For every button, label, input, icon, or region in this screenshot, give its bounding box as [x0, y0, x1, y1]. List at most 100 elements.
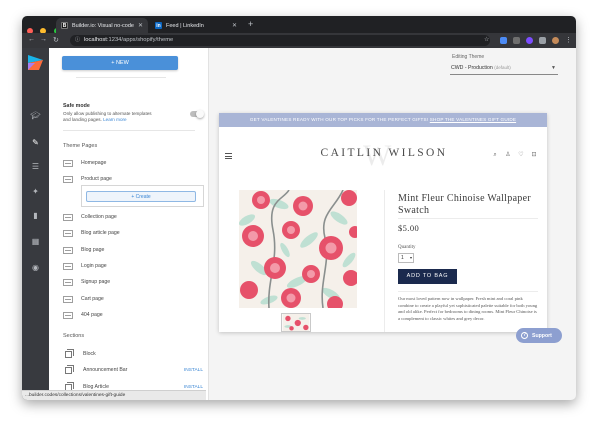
- chevron-down-icon: ▼: [551, 65, 556, 71]
- store-brand-logo[interactable]: CAITLIN WILSON: [314, 147, 454, 159]
- page-item-404[interactable]: 404 page: [63, 310, 203, 320]
- tab-bar: B Builder.io: Visual no-code con ✕ in Fe…: [22, 16, 576, 34]
- page-template-icon: [63, 311, 73, 319]
- builder-icon: B: [61, 22, 68, 29]
- section-item-block[interactable]: Block: [63, 349, 203, 359]
- toggle-knob: [196, 110, 204, 118]
- address-bar: ← → ↻ ⓘ localhost:1234/apps/shopify/them…: [22, 33, 576, 48]
- page-label: Product page: [81, 176, 112, 182]
- product-title: Mint Fleur Chinoise Wallpaper Swatch: [398, 193, 531, 216]
- bookmark-icon[interactable]: ▮: [30, 210, 41, 221]
- product-description: Our most loved pattern now in wallpaper.…: [398, 296, 538, 321]
- page-template-icon: [63, 159, 73, 167]
- page-label: 404 page: [81, 312, 103, 318]
- account-circle-icon[interactable]: ◉: [30, 262, 41, 273]
- quantity-label: Quantity: [398, 245, 416, 250]
- page-label: Collection page: [81, 214, 117, 220]
- url-field[interactable]: ⓘ localhost:1234/apps/shopify/theme: [70, 35, 490, 46]
- section-label: Announcement Bar: [83, 367, 128, 373]
- theme-select[interactable]: CWD - Production (default) ▼: [450, 63, 558, 75]
- safe-mode-toggle[interactable]: [190, 110, 204, 118]
- editing-theme-label: Editing Theme: [452, 54, 485, 60]
- search-icon[interactable]: ⌕: [492, 152, 498, 158]
- page-item-blog-article[interactable]: Blog article page: [63, 228, 203, 238]
- create-button[interactable]: + Create: [86, 191, 196, 202]
- page-label: Login page: [81, 263, 107, 269]
- tab-builder[interactable]: B Builder.io: Visual no-code con ✕: [56, 18, 148, 33]
- page-item-blog[interactable]: Blog page: [63, 245, 203, 255]
- page-template-icon: [63, 175, 73, 183]
- quantity-select[interactable]: 1 ▾: [398, 253, 414, 263]
- page-label: Blog article page: [81, 230, 120, 236]
- announcement-text: GET VALENTINES READY WITH OUR TOP PICKS …: [249, 117, 429, 122]
- bookmark-star-icon[interactable]: ☆: [484, 36, 489, 43]
- wishlist-heart-icon[interactable]: ♡: [518, 152, 524, 158]
- reload-icon[interactable]: ↻: [53, 36, 59, 44]
- page-item-product[interactable]: Product page: [63, 174, 203, 184]
- page-label: Cart page: [81, 296, 104, 302]
- section-label: Block: [83, 351, 96, 357]
- divider: [398, 218, 538, 219]
- support-button[interactable]: ? Support: [516, 328, 562, 343]
- announcement-link[interactable]: SHOP THE VALENTINES GIFT GUIDE: [430, 117, 516, 122]
- builder-logo[interactable]: [27, 54, 44, 71]
- account-icon[interactable]: ♙: [505, 152, 511, 158]
- tab-label: Feed | LinkedIn: [166, 22, 204, 29]
- hamburger-menu-icon[interactable]: [225, 153, 232, 161]
- product-price: $5.00: [398, 223, 420, 233]
- new-button[interactable]: + NEW: [62, 56, 178, 70]
- page-template-icon: [63, 278, 73, 286]
- extension-icon[interactable]: [500, 37, 507, 44]
- announcement-bar[interactable]: GET VALENTINES READY WITH OUR TOP PICKS …: [219, 113, 547, 127]
- page-item-cart[interactable]: Cart page: [63, 294, 203, 304]
- chevron-down-icon: ▾: [409, 255, 412, 260]
- wand-sparkles-icon[interactable]: ✦: [30, 186, 41, 197]
- page-item-homepage[interactable]: Homepage: [63, 158, 203, 168]
- browser-window: B Builder.io: Visual no-code con ✕ in Fe…: [22, 16, 576, 400]
- browser-menu-icon[interactable]: ⋮: [565, 36, 572, 44]
- bag-icon[interactable]: ⊡: [531, 152, 537, 158]
- apps-grid-icon[interactable]: ▦: [30, 236, 41, 247]
- product-image[interactable]: [239, 190, 357, 308]
- status-bar-url: ...builder.codes/collections/valentines-…: [22, 390, 206, 400]
- close-tab-icon[interactable]: ✕: [138, 22, 143, 29]
- extensions-puzzle-icon[interactable]: [539, 37, 546, 44]
- store-header-icons: ⌕ ♙ ♡ ⊡: [492, 152, 544, 158]
- close-tab-icon[interactable]: ✕: [232, 22, 237, 29]
- page-label: Blog page: [81, 247, 105, 253]
- page-item-collection[interactable]: Collection page: [63, 212, 203, 222]
- divider: [384, 190, 385, 332]
- page-item-signup[interactable]: Signup page: [63, 277, 203, 287]
- extension-icon[interactable]: [513, 37, 520, 44]
- page-template-icon: [63, 246, 73, 254]
- page-template-icon: [63, 262, 73, 270]
- new-tab-icon[interactable]: +: [248, 19, 253, 29]
- safe-mode-description: Only allow publishing to alternate templ…: [63, 111, 153, 123]
- extension-icon[interactable]: [526, 37, 533, 44]
- page-template-icon: [63, 229, 73, 237]
- theme-select-value: CWD - Production: [451, 65, 493, 71]
- sections-heading: Sections: [63, 333, 85, 339]
- info-icon[interactable]: ⓘ: [75, 35, 80, 46]
- learn-more-link[interactable]: Learn more: [103, 117, 127, 122]
- install-link[interactable]: INSTALL: [184, 368, 203, 373]
- product-thumbnail[interactable]: [281, 313, 311, 332]
- install-link[interactable]: INSTALL: [184, 385, 203, 390]
- theme-side-panel: + NEW Safe mode Only allow publishing to…: [49, 48, 209, 400]
- theme-pages-heading: Theme Pages: [63, 143, 98, 149]
- list-icon[interactable]: ☰: [30, 161, 41, 172]
- tab-linkedin[interactable]: in Feed | LinkedIn ✕: [150, 18, 242, 33]
- divider: [76, 77, 166, 78]
- profile-avatar[interactable]: [552, 37, 559, 44]
- theme-select-tag: (default): [494, 65, 511, 70]
- forward-icon[interactable]: →: [40, 36, 47, 43]
- store-preview[interactable]: GET VALENTINES READY WITH OUR TOP PICKS …: [219, 113, 547, 332]
- magic-wand-icon[interactable]: ✎: [30, 137, 41, 148]
- add-to-bag-button[interactable]: ADD TO BAG: [398, 269, 457, 284]
- app-rail: 🎓︎ ✎ ☰ ✦ ▮ ▦ ◉ 👥︎: [22, 48, 49, 400]
- graduation-cap-icon[interactable]: 🎓︎: [30, 110, 41, 121]
- back-icon[interactable]: ←: [28, 36, 35, 43]
- section-item-announcement-bar[interactable]: Announcement Bar INSTALL: [63, 365, 203, 375]
- page-item-login[interactable]: Login page: [63, 261, 203, 271]
- quantity-value: 1: [401, 255, 404, 261]
